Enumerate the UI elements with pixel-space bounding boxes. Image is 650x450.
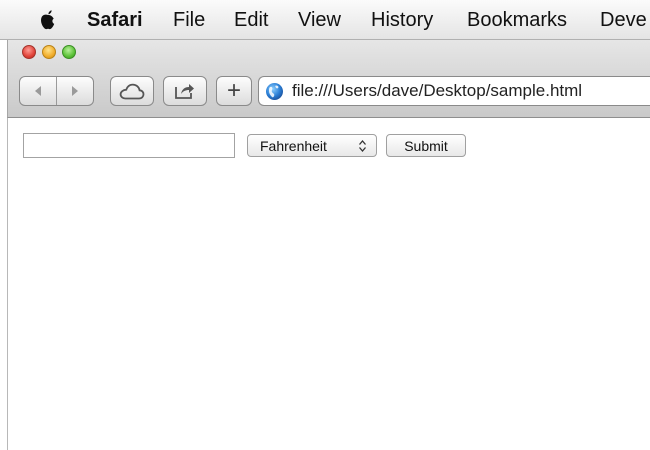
address-bar[interactable]: file:///Users/dave/Desktop/sample.html [258, 76, 650, 106]
share-icon [175, 84, 194, 99]
unit-select-value: Fahrenheit [260, 138, 327, 154]
unit-select[interactable]: Fahrenheit [247, 134, 377, 157]
apple-icon[interactable] [38, 9, 58, 31]
menu-bar: Safari File Edit View History Bookmarks … [0, 0, 650, 40]
web-page-content [7, 118, 650, 450]
back-arrow-icon [35, 86, 41, 96]
menu-bookmarks[interactable]: Bookmarks [467, 8, 567, 32]
zoom-window-button[interactable] [62, 45, 76, 59]
new-tab-button[interactable]: + [216, 76, 252, 106]
menu-view[interactable]: View [298, 8, 341, 32]
back-button[interactable] [20, 77, 56, 105]
temperature-input[interactable] [23, 133, 235, 158]
close-window-button[interactable] [22, 45, 36, 59]
menu-history[interactable]: History [371, 8, 433, 32]
menu-file[interactable]: File [173, 8, 205, 32]
icloud-icon [119, 83, 145, 99]
share-button[interactable] [163, 76, 207, 106]
globe-icon [266, 83, 283, 100]
menu-develop[interactable]: Deve [600, 8, 647, 32]
icloud-tabs-button[interactable] [110, 76, 154, 106]
forward-arrow-icon [72, 86, 78, 96]
updown-chevron-icon [359, 140, 366, 152]
back-forward-group [19, 76, 94, 106]
forward-button[interactable] [57, 77, 93, 105]
minimize-window-button[interactable] [42, 45, 56, 59]
submit-button[interactable]: Submit [386, 134, 466, 157]
menu-safari[interactable]: Safari [87, 8, 143, 32]
menu-edit[interactable]: Edit [234, 8, 268, 32]
url-text: file:///Users/dave/Desktop/sample.html [292, 81, 583, 100]
